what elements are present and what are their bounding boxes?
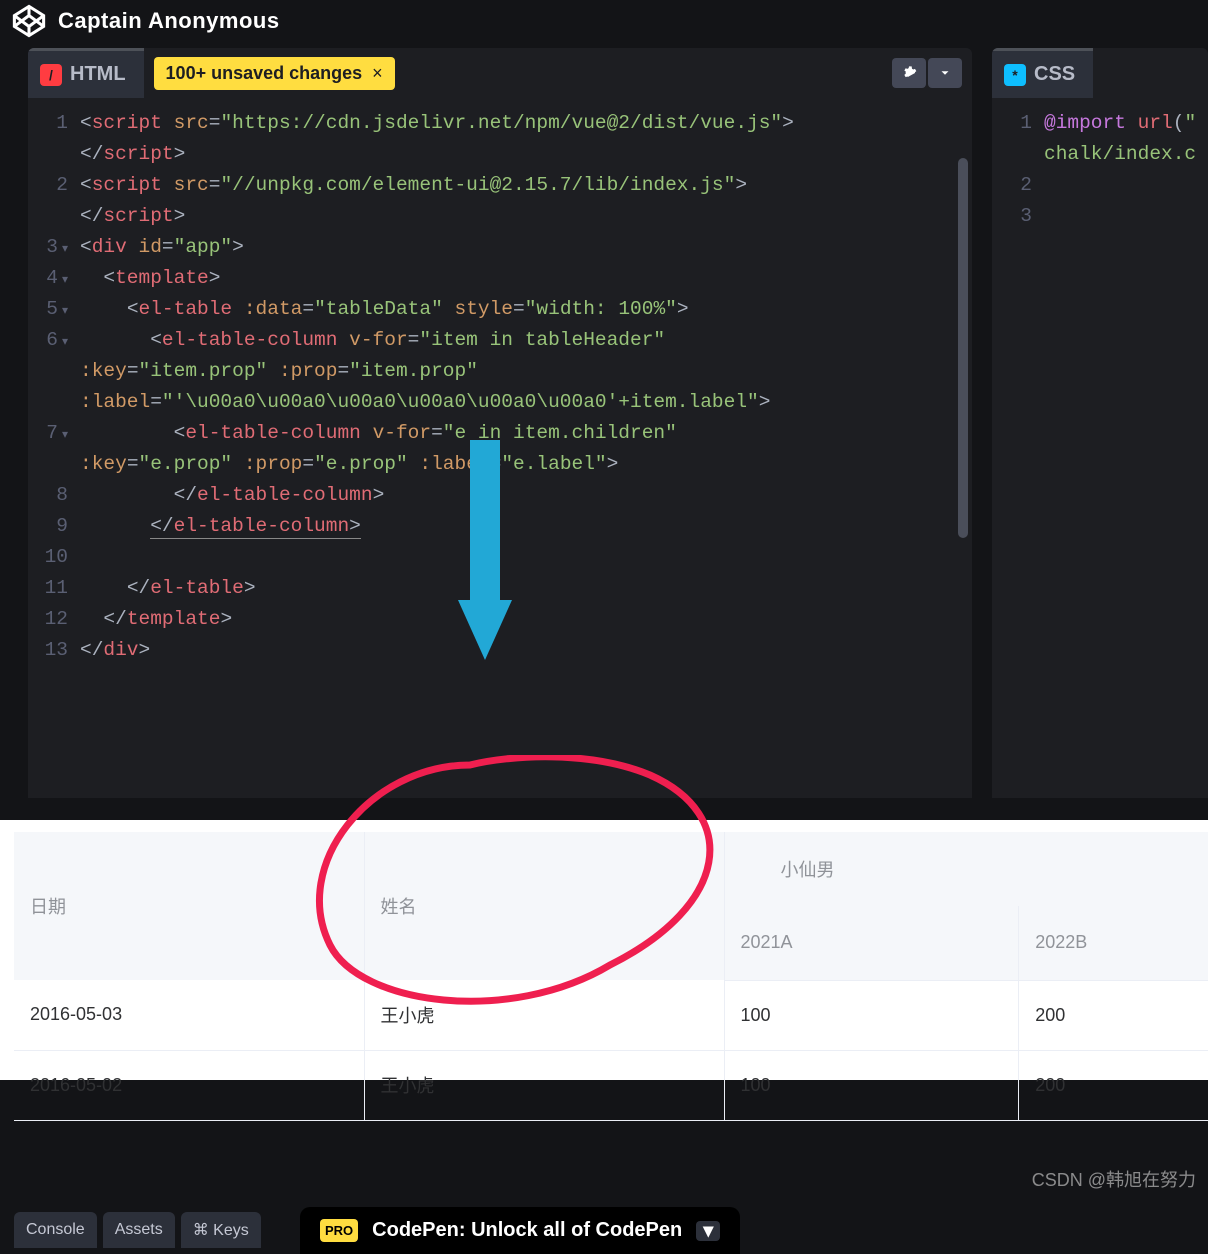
table-cell: 200 [1019,1050,1208,1120]
table-cell: 100 [724,980,1019,1050]
settings-button[interactable] [892,58,926,88]
table-row: 2016-05-03王小虎100200 [14,980,1208,1050]
th-sub-1: 2021A [724,906,1019,980]
table-cell: 200 [1019,980,1208,1050]
th-group: 小仙男 [724,832,1208,906]
panel-menu-button[interactable] [928,58,962,88]
table-cell: 2016-05-02 [14,1050,364,1120]
css-badge-icon: * [1004,64,1026,86]
close-icon[interactable]: × [372,63,383,84]
unsaved-text: 100+ unsaved changes [166,63,363,84]
footer-tabs: Console Assets ⌘ Keys [14,1212,261,1248]
tab-html[interactable]: / HTML [28,48,144,98]
tab-keys[interactable]: ⌘ Keys [181,1212,261,1248]
table-cell: 王小虎 [364,1050,724,1120]
tab-console[interactable]: Console [14,1212,97,1248]
table-cell: 2016-05-03 [14,980,364,1050]
css-editor-panel: * CSS 123 @import url("chalk/index.c [992,48,1208,798]
tab-html-label: HTML [70,63,126,86]
tab-css-label: CSS [1034,63,1075,86]
css-code-editor[interactable]: 123 @import url("chalk/index.c [992,98,1208,798]
th-date: 日期 [14,832,364,980]
th-name: 姓名 [364,832,724,980]
th-sub-2: 2022B [1019,906,1208,980]
html-code-editor[interactable]: 12345678910111213 <script src="https://c… [28,98,972,798]
pen-title: Captain Anonymous [58,8,280,34]
pro-badge: PRO [320,1219,358,1242]
codepen-logo-icon [12,4,46,38]
watermark-text: CSDN @韩旭在努力 [1032,1166,1196,1192]
preview-pane: 日期 姓名 小仙男 2021A 2022B 2016-05-03王小虎10020… [0,820,1208,1080]
table-row: 2016-05-02王小虎100200 [14,1050,1208,1120]
table-cell: 100 [724,1050,1019,1120]
html-editor-panel: / HTML 100+ unsaved changes × 1234567891… [28,48,972,798]
promo-text: CodePen: Unlock all of CodePen [372,1219,682,1242]
close-icon[interactable]: ▾ [696,1221,720,1241]
preview-table: 日期 姓名 小仙男 2021A 2022B 2016-05-03王小虎10020… [14,832,1208,1121]
vertical-scrollbar[interactable] [958,158,968,538]
table-cell: 王小虎 [364,980,724,1050]
tab-css[interactable]: * CSS [992,48,1093,98]
tab-assets[interactable]: Assets [103,1212,175,1248]
html-badge-icon: / [40,64,62,86]
promo-banner[interactable]: PRO CodePen: Unlock all of CodePen ▾ [300,1207,740,1254]
unsaved-changes-pill[interactable]: 100+ unsaved changes × [154,57,395,90]
